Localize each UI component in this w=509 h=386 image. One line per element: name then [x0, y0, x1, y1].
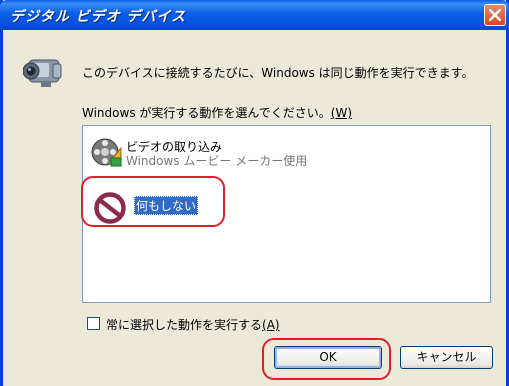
- list-item-subtitle: Windows ムービー メーカー使用: [126, 154, 308, 168]
- camcorder-icon: [23, 59, 62, 87]
- choose-action-accel: (W): [330, 106, 353, 120]
- choose-action-label: Windows が実行する動作を選んでください。(W): [82, 104, 352, 121]
- info-text: このデバイスに接続するたびに、Windows は同じ動作を実行できます。: [82, 66, 474, 80]
- close-icon: [489, 9, 501, 21]
- annotation-highlight-list-item: [81, 176, 225, 227]
- always-do-accel: (A): [262, 318, 280, 332]
- choose-action-text: Windows が実行する動作を選んでください。: [82, 106, 331, 120]
- film-reel-icon: [91, 138, 122, 168]
- title-bar[interactable]: デジタル ビデオ デバイス: [0, 0, 509, 30]
- always-do-label[interactable]: 常に選択した動作を実行する(A): [106, 316, 280, 333]
- always-do-text: 常に選択した動作を実行する: [106, 318, 263, 332]
- window-title: デジタル ビデオ デバイス: [10, 9, 187, 25]
- always-do-checkbox[interactable]: [87, 317, 100, 330]
- annotation-highlight-ok-button: [262, 338, 391, 380]
- close-button[interactable]: [484, 4, 506, 26]
- cancel-button[interactable]: キャンセル: [400, 346, 493, 369]
- dialog-window: デジタル ビデオ デバイス このデバイスに接続するたびに、Windows は同じ…: [0, 0, 509, 386]
